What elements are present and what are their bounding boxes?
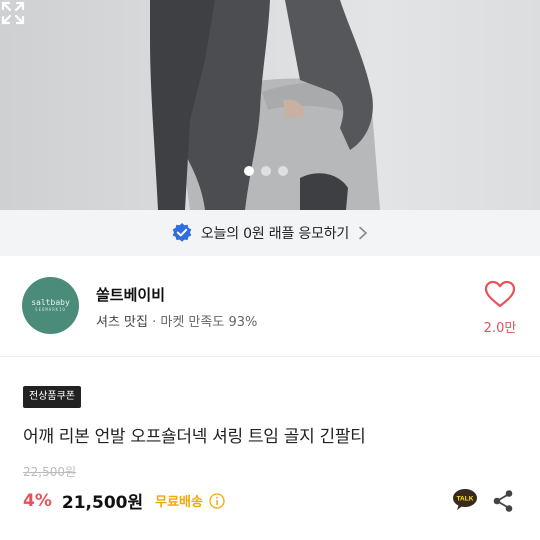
- carousel-dot[interactable]: [278, 166, 288, 176]
- shop-satisfaction: · 마켓 만족도 93%: [147, 315, 258, 330]
- avatar-logo-subtext: SEOMARKIO: [35, 307, 66, 312]
- info-icon[interactable]: [209, 492, 225, 509]
- chevron-right-icon: [359, 226, 368, 240]
- like-count: 2.0만: [483, 321, 517, 336]
- heart-outline-icon[interactable]: [484, 280, 516, 308]
- shop-name[interactable]: 쏠트베이비: [96, 284, 165, 305]
- product-image[interactable]: [0, 0, 540, 210]
- verified-badge-icon: [172, 223, 192, 242]
- price-row: 4% 21,500원 무료배송: [23, 488, 225, 513]
- shop-avatar[interactable]: saltbaby SEOMARKIO: [22, 277, 79, 334]
- discount-rate: 4%: [23, 490, 52, 511]
- raffle-label: 오늘의 0원 래플 응모하기: [200, 226, 350, 242]
- expand-icon[interactable]: [0, 0, 26, 26]
- shop-info: saltbaby SEOMARKIO 쏠트베이비 셔츠 맛집 · 마켓 만족도 …: [0, 256, 540, 357]
- svg-text:TALK: TALK: [457, 496, 474, 503]
- raffle-banner[interactable]: 오늘의 0원 래플 응모하기: [0, 210, 540, 256]
- shop-tagline: 셔츠 맛집: [96, 315, 148, 330]
- shop-meta: 셔츠 맛집 · 마켓 만족도 93%: [96, 311, 257, 330]
- avatar-logo-text: saltbaby: [31, 298, 70, 307]
- free-shipping-label: 무료배송: [155, 495, 203, 510]
- product-title: 어깨 리본 언발 오프숄더넥 셔링 트임 골지 긴팔티: [23, 427, 366, 447]
- original-price: 22,500원: [23, 465, 77, 479]
- share-icon[interactable]: [492, 489, 514, 513]
- carousel-dot[interactable]: [244, 166, 254, 176]
- carousel-indicator: [244, 166, 288, 176]
- kakao-talk-icon[interactable]: TALK: [452, 488, 478, 512]
- product-photo-illustration: [150, 0, 380, 210]
- sale-price: 21,500원: [61, 493, 144, 513]
- carousel-dot[interactable]: [261, 166, 271, 176]
- coupon-badge: 전상품쿠폰: [23, 386, 81, 408]
